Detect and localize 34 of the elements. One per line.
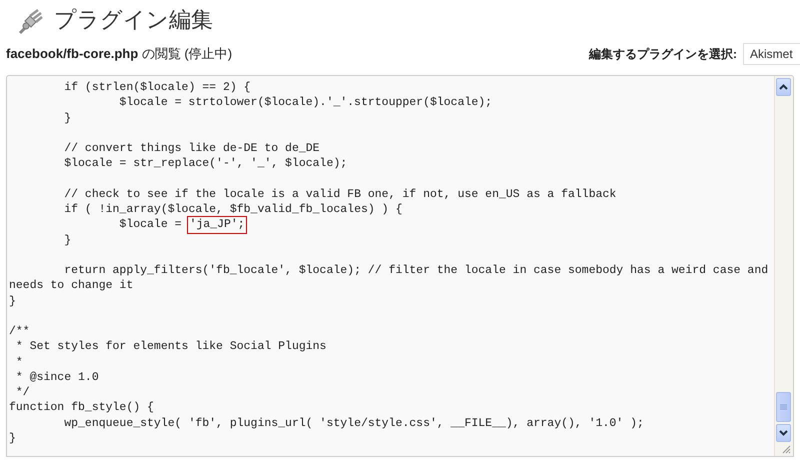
code-line: } [9,294,17,309]
code-line: } [63,110,72,126]
code-line: * [14,354,24,370]
code-line: * @since 1.0 [14,370,100,385]
code-line: } [63,232,72,248]
code-line: wp_enqueue_style( 'fb', plugins_url( 'style/style.css', __FILE__), array(), '1.0' ); [63,416,645,431]
code-line: // check to see if the locale is a valid FB one, if not, use en_US as a fallback [63,186,618,202]
code-line: } [9,430,17,446]
resize-grip-icon[interactable] [781,444,791,454]
code-line: function fb_style() { [9,400,155,416]
code-editor[interactable] [6,75,794,457]
code-line: return apply_filters('fb_locale', $locale); // filter the locale in case somebody has a weird case and [63,263,770,278]
file-heading: facebook/fb-core.php の閲覧 (停止中) [6,45,232,63]
code-line: /** [9,324,31,340]
scroll-down-button[interactable] [776,424,791,442]
scroll-up-button[interactable] [776,78,791,96]
plugin-select-label: 編集するプラグインを選択: [589,46,737,62]
caret-down-icon [779,430,788,436]
plugin-select[interactable]: Akismet [743,43,800,65]
code-line: if (strlen($locale) == 2) { [63,80,252,96]
highlighted-code: 'ja_JP'; [188,217,246,232]
code-line: // convert things like de-DE to de_DE [63,141,321,156]
code-line: $locale = [118,217,183,232]
code-line: needs to change it [9,278,134,294]
code-line: $locale = str_replace('-', '_', $locale); [63,156,348,172]
code-line: * Set styles for elements like Social Plugins [14,339,328,354]
scroll-thumb[interactable] [776,392,791,422]
code-line: */ [14,385,31,400]
page-title: プラグイン編集 [54,6,213,34]
scrollbar[interactable] [774,76,793,456]
code-line: $locale = strtolower($locale).'_'.strtoupper($locale); [118,95,494,110]
caret-up-icon [779,84,788,90]
grip-lines-icon [780,404,787,410]
code-line: if ( !in_array($locale, $fb_valid_fb_locales) ) { [63,202,404,218]
